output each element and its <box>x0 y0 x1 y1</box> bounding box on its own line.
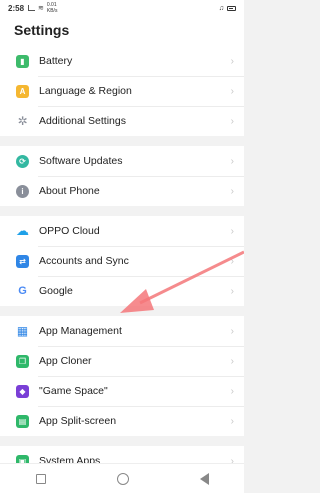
settings-item-label: "Game Space" <box>39 385 108 397</box>
settings-group: ▮ Battery › A Language & Region › ✲ Additional … <box>0 46 244 136</box>
home-button[interactable] <box>116 472 129 485</box>
navigation-bar <box>0 463 244 493</box>
cloud-icon: ☁ <box>16 223 29 238</box>
settings-item-additional-settings[interactable]: ✲ Additional Settings › <box>0 106 244 136</box>
account-icon: ⇄ <box>16 254 29 268</box>
chevron-right-icon: › <box>230 415 234 427</box>
chevron-right-icon: › <box>230 55 234 67</box>
status-right-icons: ♫ <box>219 5 236 12</box>
app-cloner-icon: ❐ <box>16 354 29 368</box>
chevron-right-icon: › <box>230 115 234 127</box>
language-icon: A <box>16 84 29 98</box>
chevron-right-icon: › <box>230 225 234 237</box>
info-icon: i <box>16 184 29 198</box>
settings-item-label: About Phone <box>39 185 100 197</box>
wifi-icon: ≋ <box>38 5 44 12</box>
chevron-right-icon: › <box>230 325 234 337</box>
status-icons: ≋ 0.01 KB/s <box>28 2 57 14</box>
chevron-right-icon: › <box>230 355 234 367</box>
settings-group: ⟳ Software Updates › i About Phone › <box>0 146 244 206</box>
settings-item-accounts-and-sync[interactable]: ⇄ Accounts and Sync › <box>0 246 244 276</box>
battery-icon: ▮ <box>16 54 29 68</box>
settings-item-label: App Split-screen <box>39 415 117 427</box>
headset-icon: ♫ <box>218 4 224 12</box>
signal-icon <box>28 5 36 11</box>
google-icon: G <box>18 285 27 297</box>
page-title: Settings <box>14 22 70 38</box>
settings-list: ▮ Battery › A Language & Region › ✲ Additional … <box>0 46 244 486</box>
settings-item-label: Software Updates <box>39 155 123 167</box>
settings-group: ▦ App Management › ❐ App Cloner › ◆ "Game Space… <box>0 316 244 436</box>
chevron-right-icon: › <box>230 185 234 197</box>
update-icon: ⟳ <box>16 154 29 168</box>
back-button[interactable] <box>199 472 209 485</box>
chevron-right-icon: › <box>230 285 234 297</box>
settings-item-label: Accounts and Sync <box>39 255 129 267</box>
settings-item-label: App Management <box>39 325 122 337</box>
settings-item-app-management[interactable]: ▦ App Management › <box>0 316 244 346</box>
gear-icon: ✲ <box>17 114 28 128</box>
settings-item-label: Additional Settings <box>39 115 126 127</box>
settings-item-language-region[interactable]: A Language & Region › <box>0 76 244 106</box>
split-screen-icon: ▤ <box>16 414 29 428</box>
settings-item-label: Google <box>39 285 73 297</box>
settings-item-game-space[interactable]: ◆ "Game Space" › <box>0 376 244 406</box>
status-time: 2:58 <box>8 3 25 13</box>
settings-item-google[interactable]: G Google › <box>0 276 244 306</box>
settings-item-about-phone[interactable]: i About Phone › <box>0 176 244 206</box>
settings-item-app-cloner[interactable]: ❐ App Cloner › <box>0 346 244 376</box>
settings-item-software-updates[interactable]: ⟳ Software Updates › <box>0 146 244 176</box>
apps-grid-icon: ▦ <box>16 324 29 338</box>
settings-group: ☁ OPPO Cloud › ⇄ Accounts and Sync › G Google › <box>0 216 244 306</box>
net-speed: 0.01 KB/s <box>46 2 58 14</box>
settings-item-label: App Cloner <box>39 355 92 367</box>
settings-item-app-split-screen[interactable]: ▤ App Split-screen › <box>0 406 244 436</box>
settings-item-oppo-cloud[interactable]: ☁ OPPO Cloud › <box>0 216 244 246</box>
status-bar: 2:58 ≋ 0.01 KB/s ♫ <box>0 0 244 16</box>
game-space-icon: ◆ <box>16 384 29 398</box>
chevron-right-icon: › <box>230 155 234 167</box>
settings-item-battery[interactable]: ▮ Battery › <box>0 46 244 76</box>
settings-item-label: Battery <box>39 55 73 67</box>
recents-button[interactable] <box>35 473 46 484</box>
settings-item-label: Language & Region <box>39 85 132 97</box>
chevron-right-icon: › <box>230 255 234 267</box>
chevron-right-icon: › <box>230 385 234 397</box>
chevron-right-icon: › <box>230 85 234 97</box>
battery-status-icon <box>227 5 236 11</box>
settings-item-label: OPPO Cloud <box>39 225 100 237</box>
header: Settings <box>0 16 244 46</box>
